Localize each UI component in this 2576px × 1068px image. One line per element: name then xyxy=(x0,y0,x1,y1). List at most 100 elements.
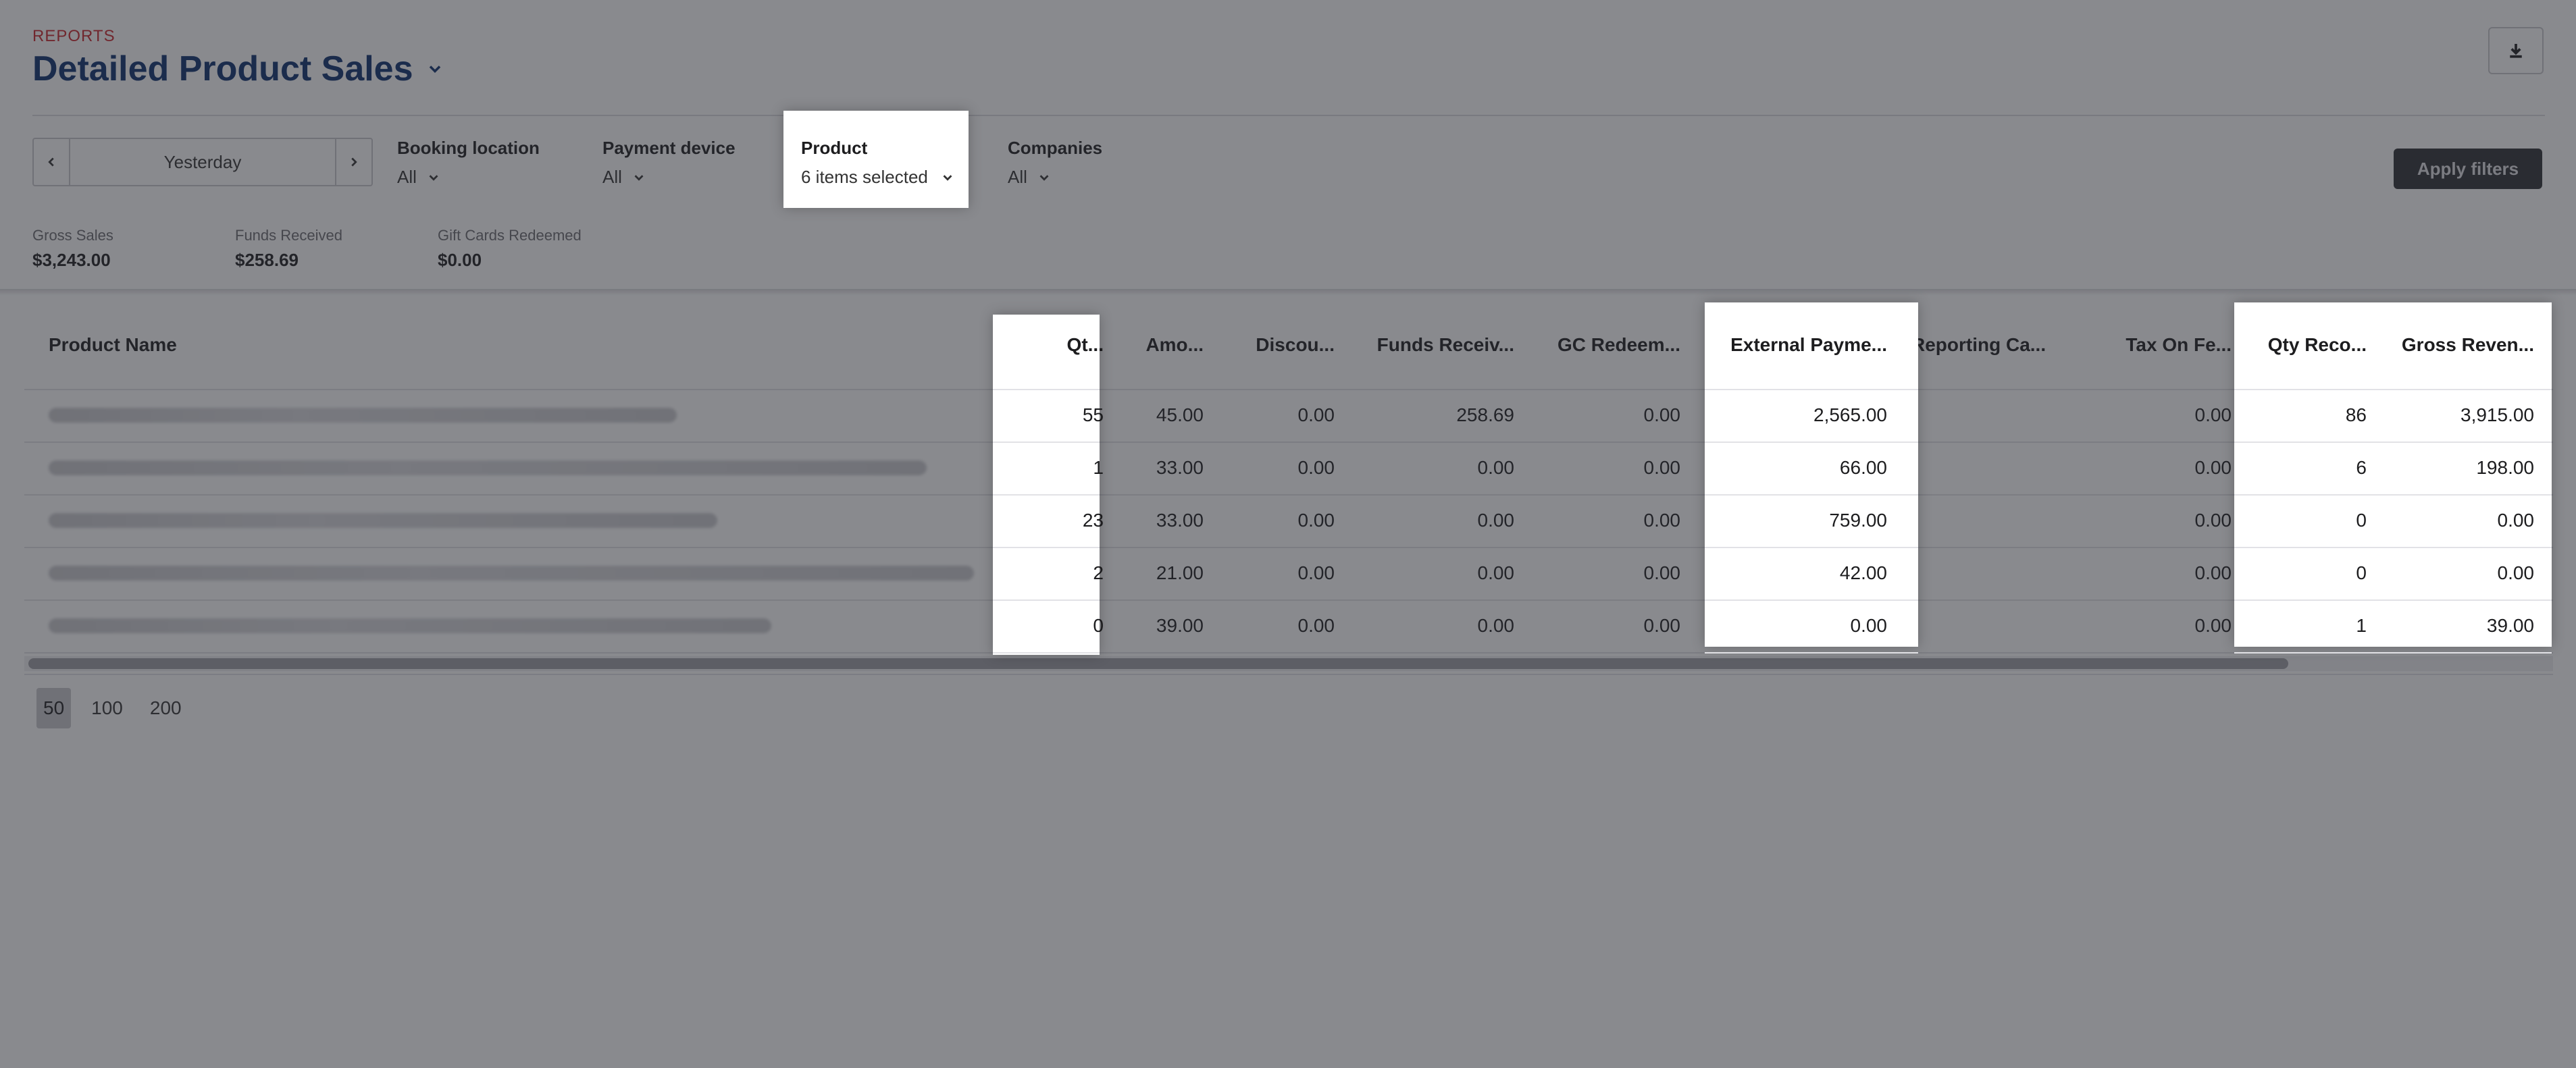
page-size-option[interactable]: 200 xyxy=(143,688,188,728)
chevron-left-icon xyxy=(44,155,59,169)
table-cell xyxy=(1911,494,2073,547)
table-cell: 0.00 xyxy=(1297,457,1335,478)
table-cell: 0.00 xyxy=(2497,510,2535,531)
column-header[interactable]: GC Redeem... xyxy=(1541,301,1680,389)
summary-label: Gift Cards Redeemed xyxy=(438,227,582,244)
table-cell xyxy=(1911,547,2073,599)
previous-date-button[interactable] xyxy=(34,139,70,185)
table-cell: 42.00 xyxy=(1839,562,1887,583)
summary-label: Funds Received xyxy=(235,227,342,244)
table-cell xyxy=(1911,389,2073,442)
page-size-option[interactable]: 100 xyxy=(84,688,130,728)
page-size-selector: 50 100 200 xyxy=(24,674,2553,741)
table-cell: 0.00 xyxy=(2194,615,2232,636)
download-icon xyxy=(2506,41,2526,61)
summary-funds-received: Funds Received $258.69 xyxy=(235,227,342,271)
column-header[interactable]: External Payme... xyxy=(1703,301,1887,389)
section-label: REPORTS xyxy=(32,27,115,45)
product-filter[interactable]: Product 6 items selected xyxy=(783,111,969,208)
table-cell: 39.00 xyxy=(1156,615,1204,636)
date-range-selector[interactable]: Yesterday xyxy=(70,139,335,185)
product-name-cell xyxy=(49,494,994,547)
row-divider xyxy=(24,652,2553,653)
report-page: REPORTS Detailed Product Sales Yesterday… xyxy=(0,0,2576,1068)
table-cell xyxy=(1911,599,2073,652)
table-cell: 0.00 xyxy=(2497,562,2535,583)
table-cell: 1 xyxy=(2356,615,2367,636)
table-cell: 0.00 xyxy=(1297,562,1335,583)
filter-value: 6 items selected xyxy=(801,167,928,187)
table-cell: 45.00 xyxy=(1156,404,1204,425)
column-header[interactable]: Tax On Fe... xyxy=(2091,301,2232,389)
filter-value: All xyxy=(1008,167,1027,187)
table-cell: 759.00 xyxy=(1829,510,1887,531)
summary-gross-sales: Gross Sales $3,243.00 xyxy=(32,227,113,271)
table-cell: 3,915.00 xyxy=(2461,404,2534,425)
header-divider xyxy=(32,115,2545,116)
page-size-option[interactable]: 50 xyxy=(36,688,72,728)
table-cell: 0.00 xyxy=(1643,562,1681,583)
chevron-right-icon xyxy=(346,155,361,169)
table-cell: 66.00 xyxy=(1839,457,1887,478)
table-cell: 0.00 xyxy=(1477,615,1515,636)
page-title: Detailed Product Sales xyxy=(32,49,413,88)
column-header[interactable]: Funds Receiv... xyxy=(1362,301,1514,389)
redacted-product-name xyxy=(49,513,717,528)
table-cell: 0.00 xyxy=(1297,404,1335,425)
table-cell: 0.00 xyxy=(1850,615,1888,636)
chevron-down-icon xyxy=(940,170,955,185)
table-cell: 0.00 xyxy=(1477,562,1515,583)
summary-gift-cards-redeemed: Gift Cards Redeemed $0.00 xyxy=(438,227,582,271)
column-header[interactable]: Gross Reven... xyxy=(2388,301,2534,389)
chevron-down-icon xyxy=(1037,170,1052,185)
table-cell: 258.69 xyxy=(1456,404,1514,425)
table-cell: 86 xyxy=(2345,404,2367,425)
table-cell: 21.00 xyxy=(1156,562,1204,583)
apply-filters-button[interactable]: Apply filters xyxy=(2394,149,2542,189)
table-cell: 33.00 xyxy=(1156,457,1204,478)
filter-value: All xyxy=(602,167,622,187)
next-date-button[interactable] xyxy=(335,139,371,185)
column-header[interactable]: Qty Reco... xyxy=(2248,301,2367,389)
table-cell: 39.00 xyxy=(2486,615,2534,636)
summary-label: Gross Sales xyxy=(32,227,113,244)
redacted-product-name xyxy=(49,408,677,423)
table-cell: 198.00 xyxy=(2476,457,2534,478)
table-cell: 0.00 xyxy=(2194,457,2232,478)
chevron-down-icon xyxy=(632,170,646,185)
table-cell: 2 xyxy=(1093,562,1104,583)
table-cell: 0 xyxy=(1093,615,1104,636)
section-divider xyxy=(0,289,2576,296)
booking-location-filter[interactable]: Booking location All xyxy=(397,138,540,188)
column-header[interactable]: Product Name xyxy=(49,301,994,389)
scrollbar-thumb[interactable] xyxy=(28,658,2288,669)
payment-device-filter[interactable]: Payment device All xyxy=(602,138,736,188)
table-cell xyxy=(1911,442,2073,494)
product-name-cell xyxy=(49,442,994,494)
column-header[interactable]: Reporting Ca... xyxy=(1911,301,2073,389)
filter-value: All xyxy=(397,167,417,187)
title-row[interactable]: Detailed Product Sales xyxy=(32,49,444,89)
chevron-down-icon[interactable] xyxy=(426,59,444,78)
table-cell: 0.00 xyxy=(1643,510,1681,531)
table-cell: 2,565.00 xyxy=(1813,404,1887,425)
redacted-product-name xyxy=(49,618,771,633)
table-cell: 1 xyxy=(1093,457,1104,478)
product-name-cell xyxy=(49,599,994,652)
download-button[interactable] xyxy=(2488,27,2544,74)
table-cell: 0.00 xyxy=(1297,615,1335,636)
column-header[interactable]: Discou... xyxy=(1222,301,1335,389)
companies-filter[interactable]: Companies All xyxy=(1008,138,1102,188)
product-name-cell xyxy=(49,547,994,599)
summary-value: $0.00 xyxy=(438,250,482,270)
table-cell: 0.00 xyxy=(2194,562,2232,583)
column-header[interactable]: Amo... xyxy=(1123,301,1204,389)
redacted-product-name xyxy=(49,460,927,475)
filter-label: Companies xyxy=(1008,138,1103,158)
column-header[interactable]: Qt... xyxy=(1017,301,1104,389)
filter-label: Product xyxy=(801,138,868,158)
date-navigator: Yesterday xyxy=(32,138,373,186)
table-cell: 55 xyxy=(1082,404,1104,425)
table-cell: 33.00 xyxy=(1156,510,1204,531)
filter-label: Booking location xyxy=(397,138,540,158)
